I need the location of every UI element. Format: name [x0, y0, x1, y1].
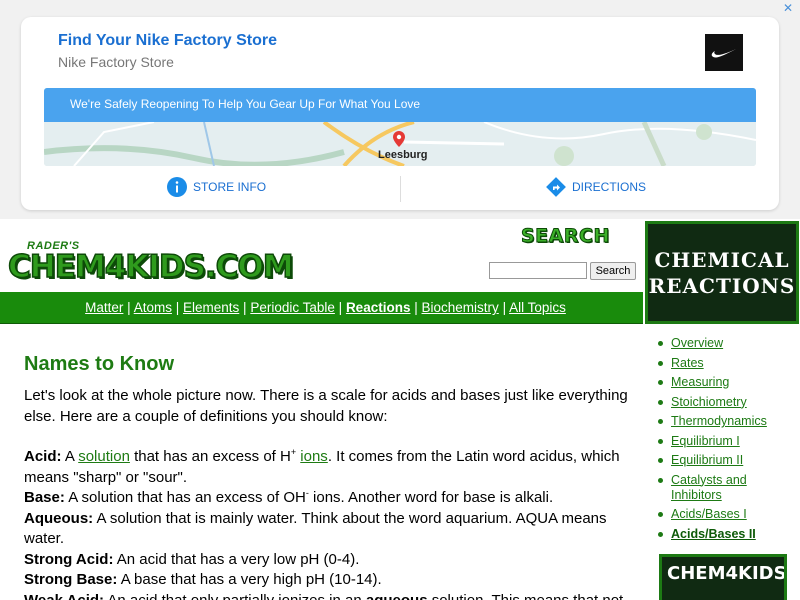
map-city-label: Leesburg: [378, 149, 428, 161]
nav-periodic-table[interactable]: Periodic Table: [250, 300, 335, 315]
right-sidebar: CHEMICAL REACTIONS Overview Rates Measur…: [643, 219, 800, 600]
definition-acid: Acid: A solution that has an excess of H…: [24, 447, 632, 488]
superscript-minus: -: [305, 488, 309, 498]
info-icon: [167, 177, 187, 197]
ad-subtitle: Nike Factory Store: [58, 54, 174, 70]
ad-divider: [400, 176, 401, 202]
sidebar-item-label: Catalysts and Inhibitors: [671, 472, 747, 502]
store-info-button[interactable]: STORE INFO: [167, 177, 266, 197]
base-text-rest: ions. Another word for base is alkali.: [313, 489, 554, 506]
search-button[interactable]: Search: [590, 262, 636, 280]
nike-logo-icon[interactable]: [705, 34, 743, 71]
term-strong-base: Strong Base:: [24, 571, 118, 588]
acid-text-mid: that has an excess of H: [134, 448, 291, 465]
sidebar-topic-list: Overview Rates Measuring Stoichiometry T…: [655, 336, 795, 546]
sidebar-item-measuring[interactable]: Measuring: [655, 375, 795, 390]
sidebar-item-label: Acids/Bases I: [671, 507, 747, 521]
solution-link[interactable]: solution: [78, 448, 130, 465]
ad-banner-bar: We're Safely Reopening To Help You Gear …: [44, 88, 756, 122]
definition-strong-acid: Strong Acid: An acid that has a very low…: [24, 550, 632, 571]
sidebar-item-catalysts[interactable]: Catalysts and Inhibitors: [655, 473, 795, 503]
definition-weak-acid: Weak Acid: An acid that only partially i…: [24, 591, 632, 600]
term-weak-acid: Weak Acid:: [24, 591, 105, 600]
quiz-badge[interactable]: CHEM4KIDS: [659, 554, 787, 600]
definition-base: Base: A solution that has an excess of O…: [24, 488, 632, 509]
banner-line-1: CHEMICAL: [654, 247, 790, 272]
definition-strong-base: Strong Base: A base that has a very high…: [24, 570, 632, 591]
nav-separator: |: [414, 300, 418, 315]
sidebar-item-label: Stoichiometry: [671, 394, 747, 409]
ad-banner-text: We're Safely Reopening To Help You Gear …: [70, 97, 421, 111]
sidebar-item-label: Equilibrium I: [671, 433, 740, 448]
strong-acid-text: An acid that has a very low pH (0-4).: [116, 550, 360, 568]
directions-button[interactable]: DIRECTIONS: [546, 177, 646, 197]
base-text-mid: A solution that has an excess of OH: [68, 489, 306, 506]
sidebar-item-label: Thermodynamics: [671, 414, 767, 428]
ad-map-banner[interactable]: We're Safely Reopening To Help You Gear …: [44, 88, 756, 166]
nav-elements[interactable]: Elements: [183, 300, 239, 315]
weak-acid-text-2: solution. This means that not: [431, 591, 624, 600]
sidebar-item-label: Rates: [671, 355, 704, 370]
term-acid: Acid:: [24, 448, 62, 465]
page-title: Names to Know: [24, 353, 175, 375]
directions-label: DIRECTIONS: [572, 180, 647, 194]
weak-acid-bold-word: aqueous: [365, 591, 428, 600]
sidebar-item-stoichiometry[interactable]: Stoichiometry: [655, 395, 795, 410]
site-header: RADER'S CHEM4KIDS.COM SEARCH Search: [0, 219, 643, 292]
weak-acid-text-1: An acid that only partially ionizes in a…: [107, 591, 362, 600]
definitions-list: Acid: A solution that has an excess of H…: [24, 447, 632, 600]
aqueous-text: A solution that is mainly water. Think a…: [24, 509, 607, 548]
sidebar-item-equilibrium-2[interactable]: Equilibrium II: [655, 453, 795, 468]
main-nav: Matter | Atoms | Elements | Periodic Tab…: [0, 292, 643, 324]
nav-separator: |: [175, 300, 180, 315]
sidebar-item-acids-bases-2[interactable]: Acids/Bases II: [655, 527, 795, 542]
acid-text-a: A: [64, 448, 75, 465]
ions-link[interactable]: ions: [300, 448, 328, 465]
intro-paragraph: Let's look at the whole picture now. The…: [24, 387, 628, 425]
sidebar-item-thermodynamics[interactable]: Thermodynamics: [655, 414, 795, 429]
nav-reactions[interactable]: Reactions: [346, 300, 411, 315]
sidebar-item-equilibrium-1[interactable]: Equilibrium I: [655, 434, 795, 449]
sidebar-item-rates[interactable]: Rates: [655, 356, 795, 371]
search-input[interactable]: [489, 262, 587, 279]
ad-area: ✕ Find Your Nike Factory Store Nike Fact…: [0, 0, 800, 219]
sidebar-item-label: Overview: [671, 336, 724, 350]
nav-all-topics[interactable]: All Topics: [509, 300, 566, 315]
term-strong-acid: Strong Acid:: [24, 550, 114, 568]
nav-matter[interactable]: Matter: [85, 300, 123, 315]
ad-card[interactable]: Find Your Nike Factory Store Nike Factor…: [21, 17, 779, 210]
sidebar-item-label: Measuring: [671, 375, 730, 389]
nav-links: Matter | Atoms | Elements | Periodic Tab…: [0, 300, 651, 315]
directions-icon: [546, 177, 566, 197]
nav-atoms[interactable]: Atoms: [134, 300, 172, 315]
sidebar-item-overview[interactable]: Overview: [655, 336, 795, 351]
banner-line-2: REACTIONS: [648, 273, 796, 298]
site-logo[interactable]: CHEM4KIDS.COM: [7, 248, 294, 286]
strong-base-text: A base that has a very high pH (10-14).: [120, 571, 382, 588]
map-pin-icon: [393, 131, 405, 147]
chemical-reactions-banner[interactable]: CHEMICAL REACTIONS: [645, 221, 799, 324]
sidebar-item-label: Equilibrium II: [671, 453, 744, 467]
nav-separator: |: [338, 300, 343, 315]
nav-biochemistry[interactable]: Biochemistry: [422, 300, 499, 315]
store-info-label: STORE INFO: [193, 180, 267, 194]
nav-separator: |: [502, 300, 507, 315]
nike-swoosh-icon: [711, 48, 736, 58]
ad-close-icon[interactable]: ✕: [782, 2, 794, 14]
superscript-plus: +: [290, 447, 297, 457]
nav-separator: |: [127, 300, 131, 315]
search-heading: SEARCH: [521, 225, 610, 248]
main-content: Names to Know Let's look at the whole pi…: [0, 325, 643, 600]
nav-separator: |: [243, 300, 247, 315]
term-aqueous: Aqueous:: [24, 509, 94, 527]
ad-title[interactable]: Find Your Nike Factory Store: [58, 32, 277, 50]
sidebar-item-acids-bases-1[interactable]: Acids/Bases I: [655, 507, 795, 522]
quiz-badge-text: CHEM4KIDS: [667, 563, 787, 584]
sidebar-item-label: Acids/Bases II: [671, 526, 756, 541]
term-base: Base:: [24, 489, 65, 506]
definition-aqueous: Aqueous: A solution that is mainly water…: [24, 509, 632, 550]
